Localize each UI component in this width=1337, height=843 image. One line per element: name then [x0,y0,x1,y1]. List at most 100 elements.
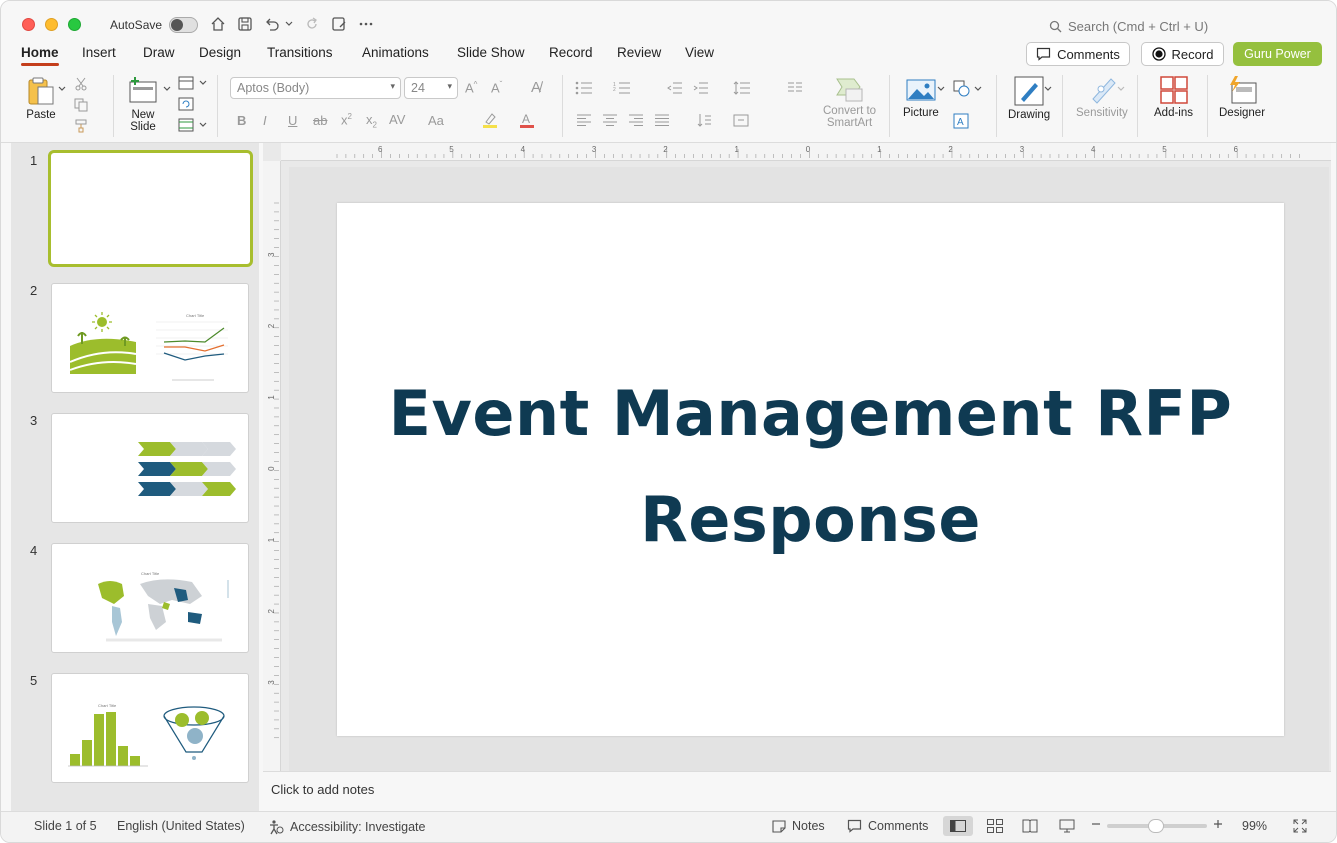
save-icon[interactable] [235,14,255,34]
convert-smartart-button[interactable]: Convert to SmartArt [823,75,876,129]
cut-icon[interactable] [74,77,88,91]
paste-dropdown-icon[interactable] [58,86,66,92]
sensitivity-button[interactable]: Sensitivity [1076,75,1128,119]
decrease-font-size-icon[interactable]: Aˇ [491,80,502,95]
zoom-in-button[interactable] [1213,819,1223,829]
slide-thumbnail-4[interactable]: Chart Title [51,543,249,653]
character-spacing-icon[interactable]: AV [389,112,405,127]
language-indicator[interactable]: English (United States) [117,819,245,833]
normal-view-button[interactable] [943,816,973,836]
bullets-icon[interactable] [575,81,593,95]
change-case-icon[interactable]: Aa [428,113,444,128]
accessibility-button[interactable]: Accessibility: Investigate [268,819,425,835]
layout-dropdown-icon[interactable] [199,80,207,86]
tab-insert[interactable]: Insert [82,45,116,60]
increase-font-size-icon[interactable]: A^ [465,80,477,95]
search-box[interactable]: Search (Cmd + Ctrl + U) [1049,19,1208,34]
current-slide[interactable]: Event Management RFP Response [337,203,1284,736]
slide-thumbnail-2[interactable]: Chart Title [51,283,249,393]
guru-power-button[interactable]: Guru Power [1233,42,1322,66]
notes-button[interactable]: Notes [772,819,825,833]
slide-2-preview: Chart Title [69,312,228,381]
comments-button[interactable]: Comments [1026,42,1130,66]
tab-animations[interactable]: Animations [362,45,429,60]
zoom-level[interactable]: 99% [1242,819,1267,833]
comments-status-button[interactable]: Comments [847,819,928,833]
more-icon[interactable] [356,14,376,34]
tab-record[interactable]: Record [549,45,593,60]
slide-thumbnail-5[interactable]: Chart Title [51,673,249,783]
horizontal-ruler[interactable]: 6 5 4 3 2 1 0 1 2 3 4 5 6 [281,143,1331,161]
undo-icon[interactable] [262,14,282,34]
save-as-icon[interactable] [329,14,349,34]
paste-button[interactable]: Paste [25,75,57,121]
new-slide-dropdown-icon[interactable] [163,86,171,92]
align-center-icon[interactable] [602,113,618,127]
tab-review[interactable]: Review [617,45,661,60]
align-right-icon[interactable] [628,113,644,127]
tab-design[interactable]: Design [199,45,241,60]
fit-to-window-button[interactable] [1293,819,1307,833]
reading-view-button[interactable] [1022,819,1038,833]
copy-icon[interactable] [74,98,88,112]
tab-home[interactable]: Home [21,45,59,66]
tab-slide-show[interactable]: Slide Show [457,45,525,60]
shapes-dropdown-icon[interactable] [974,86,982,92]
numbering-icon[interactable]: 12 [613,81,631,95]
italic-icon[interactable]: I [263,113,267,128]
designer-button[interactable]: Designer [1219,75,1265,119]
home-icon[interactable] [208,14,228,34]
sensitivity-dropdown-icon[interactable] [1117,86,1125,92]
format-painter-icon[interactable] [74,119,88,133]
close-window-button[interactable] [22,18,35,31]
picture-button[interactable]: Picture [903,75,939,119]
drawing-button[interactable]: Drawing [1008,75,1050,121]
font-name-select[interactable]: Aptos (Body) ▾ [230,77,401,99]
font-size-select[interactable]: 24 ▾ [404,77,458,99]
highlight-icon[interactable] [481,111,499,129]
slide-sorter-button[interactable] [987,819,1003,833]
zoom-window-button[interactable] [68,18,81,31]
align-left-icon[interactable] [576,113,592,127]
underline-icon[interactable]: U [288,113,297,128]
add-ins-button[interactable]: Add-ins [1154,75,1193,119]
tab-draw[interactable]: Draw [143,45,175,60]
slide-thumbnail-1[interactable] [48,150,253,267]
bold-icon[interactable]: B [237,113,246,128]
line-spacing-icon[interactable] [733,80,751,96]
redo-icon[interactable] [302,14,322,34]
clear-formatting-icon[interactable]: A̸ [531,79,541,96]
strikethrough-icon[interactable]: ab [313,113,327,128]
superscript-icon[interactable]: x2 [341,112,352,127]
vertical-ruler[interactable]: 3210123 [263,161,281,771]
tab-transitions[interactable]: Transitions [267,45,333,60]
drawing-dropdown-icon[interactable] [1044,86,1052,92]
zoom-slider-thumb[interactable] [1148,819,1164,833]
notes-pane[interactable]: Click to add notes [263,771,1331,811]
section-dropdown-icon[interactable] [199,122,207,128]
text-direction-icon[interactable] [696,112,712,128]
picture-dropdown-icon[interactable] [937,86,945,92]
increase-indent-icon[interactable] [693,81,709,95]
align-text-icon[interactable] [733,112,751,128]
presenter-view-button[interactable] [1059,819,1075,833]
reset-slide-icon[interactable] [178,97,194,111]
justify-icon[interactable] [654,113,670,127]
decrease-indent-icon[interactable] [667,81,683,95]
subscript-icon[interactable]: x2 [366,112,377,130]
slide-thumbnail-3[interactable] [51,413,249,523]
columns-icon[interactable] [787,81,803,93]
undo-dropdown-icon[interactable] [282,14,296,34]
minimize-window-button[interactable] [45,18,58,31]
shapes-icon[interactable] [953,80,971,98]
text-box-icon[interactable]: A [953,113,969,129]
new-slide-button[interactable]: New Slide [127,75,159,133]
slide-title-placeholder[interactable]: Event Management RFP Response [381,361,1241,573]
layout-icon[interactable] [178,76,194,90]
record-button[interactable]: Record [1141,42,1224,66]
tab-view[interactable]: View [685,45,714,60]
section-icon[interactable] [178,118,194,132]
zoom-out-button[interactable] [1091,819,1101,829]
autosave-toggle[interactable] [169,17,198,33]
font-color-icon[interactable]: A [518,111,536,129]
